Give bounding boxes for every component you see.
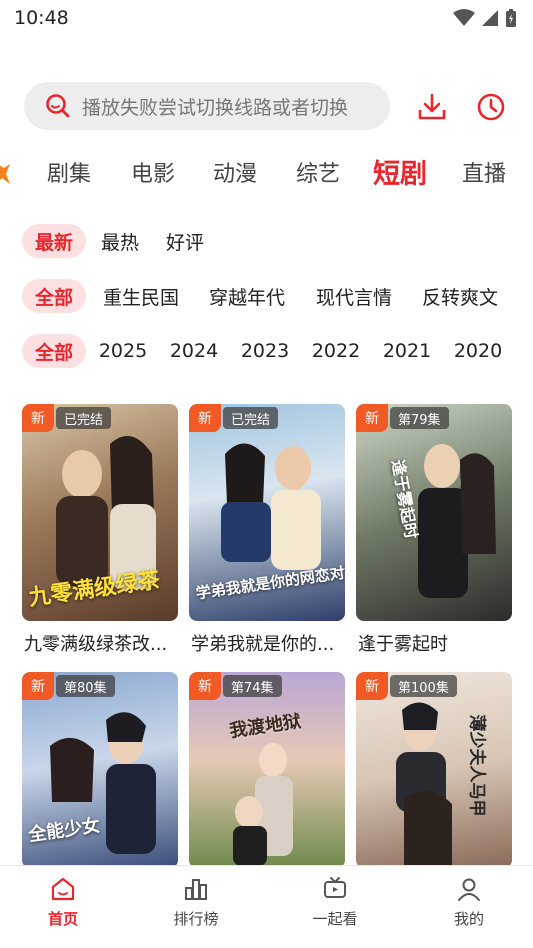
- year-chip-all[interactable]: 全部: [22, 334, 86, 368]
- poster-art: [418, 444, 496, 598]
- home-icon: [48, 874, 78, 904]
- battery-icon: [506, 9, 516, 27]
- search-input[interactable]: 播放失败尝试切换线路或者切换: [24, 82, 390, 130]
- download-icon: [418, 93, 446, 120]
- card-title: 逢于雾起时: [358, 634, 448, 655]
- search-row: 播放失败尝试切换线路或者切换: [0, 82, 533, 132]
- poster-image: 新 已完结 学弟我就是你的网恋对象啊: [189, 404, 345, 621]
- genre-chip-4[interactable]: 反转爽文: [417, 279, 503, 313]
- genre-chip-3[interactable]: 现代言情: [311, 279, 397, 313]
- status-time: 10:48: [14, 7, 69, 29]
- poster-art: [233, 743, 293, 866]
- status-icons: [453, 8, 517, 28]
- new-badge: 新: [189, 672, 221, 700]
- year-chip-2020[interactable]: 2020: [453, 334, 503, 368]
- search-placeholder: 播放失败尝试切换线路或者切换: [82, 96, 349, 119]
- tab-series[interactable]: 剧集: [47, 156, 91, 188]
- drama-card[interactable]: 新 第100集 薄少夫人马甲: [356, 672, 512, 868]
- nav-label: 我的: [453, 910, 484, 928]
- year-chip-2025[interactable]: 2025: [98, 334, 148, 368]
- drama-card[interactable]: 新 第79集 逢于雾起时 逢于雾起时: [356, 404, 512, 660]
- nav-home[interactable]: 首页: [8, 874, 118, 929]
- year-chip-2022[interactable]: 2022: [311, 334, 361, 368]
- new-badge: 新: [189, 404, 221, 432]
- signal-icon: [482, 10, 498, 26]
- drama-card[interactable]: 新 已完结 九零满级绿茶 九零满级绿茶改...: [22, 404, 178, 660]
- poster-image: 新 已完结 九零满级绿茶: [22, 404, 178, 621]
- year-chip-2023[interactable]: 2023: [240, 334, 290, 368]
- nav-label: 首页: [47, 910, 78, 928]
- tab-anime[interactable]: 动漫: [213, 156, 257, 188]
- new-badge: 新: [22, 672, 54, 700]
- drama-card[interactable]: 新 第74集 我渡地狱: [189, 672, 345, 868]
- nav-watch-together[interactable]: 一起看: [280, 874, 390, 929]
- hot-icon: [0, 164, 10, 184]
- poster-title: 薄少夫人马甲: [466, 714, 487, 817]
- status-badge: 第100集: [390, 675, 457, 697]
- status-badge: 第74集: [223, 675, 282, 697]
- download-button[interactable]: [415, 90, 449, 124]
- poster-image: 新 第74集 我渡地狱: [189, 672, 345, 868]
- status-bar: 10:48: [0, 0, 533, 40]
- sort-filter-row: 最新 最热 好评: [0, 224, 533, 260]
- poster-image: 新 第100集 薄少夫人马甲: [356, 672, 512, 868]
- category-tabs: 剧集 电影 动漫 综艺 短剧 直播: [0, 150, 533, 196]
- wifi-icon: [453, 9, 475, 26]
- tv-icon: [320, 874, 350, 904]
- status-badge: 已完结: [223, 407, 279, 429]
- profile-icon: [454, 874, 484, 904]
- card-title: 学弟我就是你的...: [191, 634, 335, 655]
- nav-label: 排行榜: [173, 910, 219, 928]
- year-chip-2024[interactable]: 2024: [169, 334, 219, 368]
- ranking-icon: [181, 874, 211, 904]
- card-title: 九零满级绿茶改...: [24, 634, 168, 655]
- tab-movie[interactable]: 电影: [131, 156, 175, 188]
- tab-short-drama[interactable]: 短剧: [373, 152, 427, 191]
- tab-variety[interactable]: 综艺: [296, 156, 340, 188]
- search-icon: [44, 92, 72, 120]
- genre-chip-1[interactable]: 重生民国: [98, 279, 184, 313]
- genre-filter-row: 全部 重生民国 穿越年代 现代言情 反转爽文: [0, 279, 533, 315]
- nav-label: 一起看: [312, 910, 358, 928]
- status-badge: 已完结: [56, 407, 112, 429]
- year-filter-row: 全部 2025 2024 2023 2022 2021 2020: [0, 334, 533, 370]
- bottom-nav: 首页 排行榜 一起看 我的: [0, 865, 533, 948]
- sort-chip-latest[interactable]: 最新: [22, 224, 86, 258]
- tab-live[interactable]: 直播: [462, 156, 506, 188]
- clock-icon: [477, 93, 505, 121]
- nav-profile[interactable]: 我的: [414, 874, 524, 929]
- status-badge: 第80集: [56, 675, 115, 697]
- sort-chip-hot[interactable]: 最热: [98, 224, 142, 258]
- poster-image: 新 第80集 全能少女: [22, 672, 178, 868]
- genre-chip-all[interactable]: 全部: [22, 279, 86, 313]
- history-button[interactable]: [474, 90, 508, 124]
- poster-image: 新 第79集 逢于雾起时: [356, 404, 512, 621]
- sort-chip-rating[interactable]: 好评: [163, 224, 207, 258]
- status-badge: 第79集: [390, 407, 449, 429]
- drama-card[interactable]: 新 已完结 学弟我就是你的网恋对象啊 学弟我就是你的...: [189, 404, 345, 660]
- nav-ranking[interactable]: 排行榜: [141, 874, 251, 929]
- new-badge: 新: [356, 672, 388, 700]
- new-badge: 新: [22, 404, 54, 432]
- new-badge: 新: [356, 404, 388, 432]
- genre-chip-2[interactable]: 穿越年代: [204, 279, 290, 313]
- year-chip-2021[interactable]: 2021: [382, 334, 432, 368]
- drama-card[interactable]: 新 第80集 全能少女: [22, 672, 178, 868]
